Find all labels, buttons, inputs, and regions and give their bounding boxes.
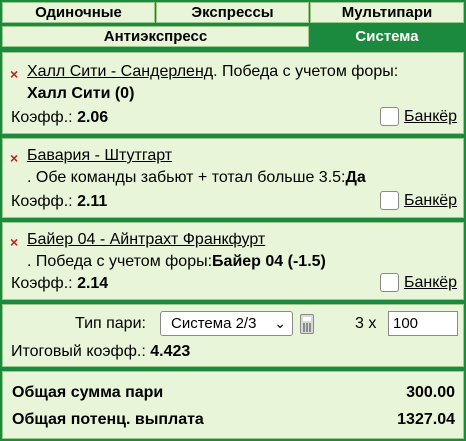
- selection-text: Байер 04 (-1.5): [212, 253, 326, 270]
- match-link[interactable]: Байер 04 - Айнтрахт Франкфурт: [27, 231, 265, 249]
- selection-text: Да: [345, 169, 366, 186]
- calculator-icon[interactable]: [300, 314, 314, 334]
- total-payout-label: Общая потенц. выплата: [12, 411, 204, 428]
- market-text: . Победа с учетом форы:: [27, 253, 213, 270]
- match-link[interactable]: Халл Сити - Сандерленд: [27, 63, 213, 80]
- tab-multibets[interactable]: Мультипари: [310, 2, 464, 23]
- banker-toggle[interactable]: Банкёр: [379, 191, 457, 210]
- banker-label[interactable]: Банкёр: [404, 192, 457, 210]
- selection-text: Халл Сити (0): [27, 85, 135, 102]
- tab-system[interactable]: Система: [310, 26, 464, 47]
- total-stake-label: Общая сумма пари: [12, 384, 164, 401]
- banker-label[interactable]: Банкёр: [404, 108, 457, 126]
- odds-value: 2.06: [77, 109, 109, 126]
- bet-slip: Одиночные Экспрессы Мультипари Антиэкспр…: [0, 0, 466, 441]
- totals-panel: Общая сумма пари 300.00 Общая потенц. вы…: [2, 371, 464, 439]
- market-text: . Обе команды забьют + тотал больше 3.5:: [27, 169, 346, 186]
- system-type-select[interactable]: Система 2/3 ⌄: [160, 311, 293, 336]
- chevron-down-icon: ⌄: [274, 315, 286, 331]
- match-title[interactable]: Бавария - Штутгарт: [27, 147, 172, 164]
- bet-item: × Халл Сити - Сандерленд. Победа с учето…: [2, 52, 464, 134]
- system-type-value: Система 2/3: [171, 315, 257, 332]
- total-odds-value: 4.423: [150, 343, 191, 360]
- system-settings: Тип пари: Система 2/3 ⌄ 3 x Итоговый коэ…: [2, 304, 464, 367]
- stake-input[interactable]: [388, 311, 458, 336]
- tab-singles[interactable]: Одиночные: [2, 2, 155, 23]
- remove-icon[interactable]: ×: [10, 66, 18, 82]
- banker-checkbox[interactable]: [379, 191, 399, 210]
- market-text: . Победа с учетом форы:: [213, 63, 399, 80]
- total-payout-value: 1327.04: [397, 411, 455, 428]
- banker-label[interactable]: Банкёр: [404, 274, 457, 292]
- match-title[interactable]: Байер 04 - Айнтрахт Франкфурт: [27, 231, 265, 248]
- remove-icon[interactable]: ×: [10, 150, 18, 166]
- banker-checkbox[interactable]: [379, 107, 399, 126]
- match-link[interactable]: Бавария - Штутгарт: [27, 147, 172, 165]
- odds-label: Коэфф.:: [11, 275, 73, 292]
- odds-value: 2.14: [77, 275, 109, 292]
- banker-toggle[interactable]: Банкёр: [379, 273, 457, 292]
- bet-type-label: Тип пари:: [75, 315, 146, 332]
- total-stake-value: 300.00: [406, 384, 455, 401]
- bet-item: × Бавария - Штутгарт . Обе команды забью…: [2, 138, 464, 218]
- banker-toggle[interactable]: Банкёр: [379, 107, 457, 126]
- tab-accumulators[interactable]: Экспрессы: [156, 2, 309, 23]
- odds-value: 2.11: [77, 193, 108, 210]
- odds-label: Коэфф.:: [11, 193, 73, 210]
- total-odds-label: Итоговый коэфф.:: [11, 343, 146, 360]
- multiplier-text: 3 x: [355, 315, 377, 332]
- odds-label: Коэфф.:: [11, 109, 73, 126]
- bet-item: × Байер 04 - Айнтрахт Франкфурт . Победа…: [2, 222, 464, 300]
- tab-anti-express[interactable]: Антиэкспресс: [2, 26, 309, 47]
- banker-checkbox[interactable]: [379, 273, 399, 292]
- remove-icon[interactable]: ×: [10, 234, 18, 250]
